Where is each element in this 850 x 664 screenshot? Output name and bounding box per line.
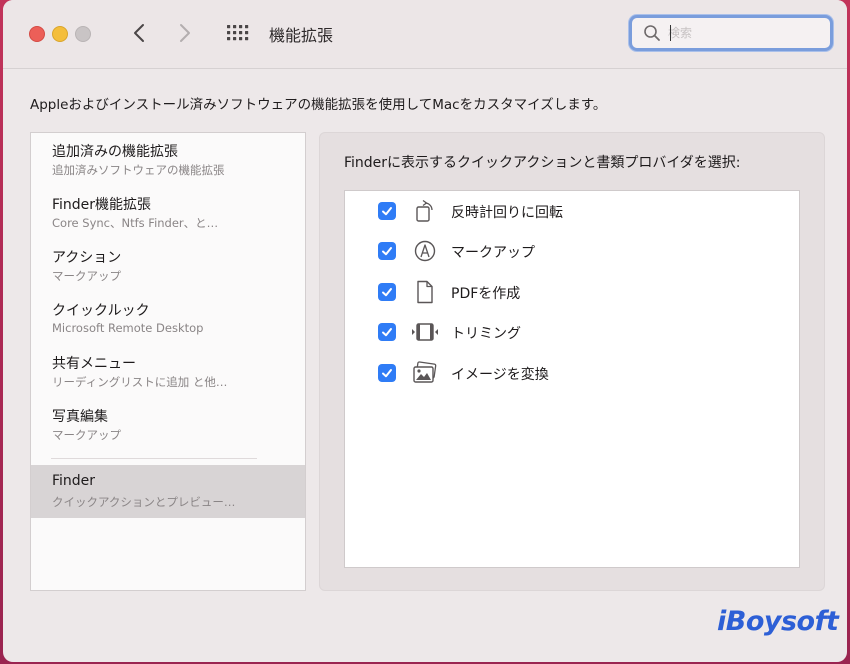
action-label: PDFを作成 [451, 286, 521, 302]
action-checkbox[interactable] [378, 364, 396, 382]
action-label: イメージを変換 [451, 367, 549, 383]
checkmark-icon [382, 247, 392, 256]
grid-icon [227, 25, 249, 41]
title-bar: 機能拡張 [3, 0, 847, 69]
trim-icon [412, 323, 438, 341]
sidebar-item-subtitle: Microsoft Remote Desktop [52, 321, 204, 335]
sidebar-item-subtitle: クイックアクションとプレビュー… [52, 495, 236, 509]
sidebar-item-title: 共有メニュー [52, 356, 136, 372]
action-label: マークアップ [451, 245, 535, 261]
checkmark-icon [382, 369, 392, 378]
rotate-left-icon [416, 199, 433, 222]
sidebar-item-title: アクション [52, 250, 122, 266]
page-description: Appleおよびインストール済みソフトウェアの機能拡張を使用してMacをカスタマ… [30, 97, 607, 113]
chevron-right-icon [180, 24, 190, 42]
quick-actions-list: 反時計回りに回転 マークアップ PDFを作成 トリミング イメージを変換 [344, 190, 800, 568]
forward-button[interactable] [173, 20, 197, 46]
action-row-convert-image: イメージを変換 [345, 353, 799, 393]
search-input[interactable] [668, 22, 818, 44]
sidebar-item-finder-extensions[interactable]: Finder機能拡張 Core Sync、Ntfs Finder、と… [31, 186, 305, 239]
panel-label: Finderに表示するクイックアクションと書類プロバイダを選択: [344, 155, 741, 171]
action-row-create-pdf: PDFを作成 [345, 272, 799, 312]
action-checkbox[interactable] [378, 283, 396, 301]
checkmark-icon [382, 207, 392, 216]
sidebar-item-title: Finder機能拡張 [52, 197, 152, 213]
sidebar-item-subtitle: リーディングリストに追加 と他… [52, 375, 228, 389]
sidebar-item-title: 写真編集 [52, 409, 108, 425]
chevron-left-icon [134, 24, 144, 42]
sidebar-item-subtitle: マークアップ [52, 269, 121, 283]
sidebar-item-subtitle: マークアップ [52, 428, 121, 442]
action-checkbox[interactable] [378, 323, 396, 341]
checkmark-icon [382, 288, 392, 297]
sidebar-item-title: クイックルック [52, 303, 150, 319]
photos-icon [413, 361, 437, 383]
action-row-trim: トリミング [345, 312, 799, 352]
iboysoft-watermark: iBoysoft [717, 606, 839, 637]
sidebar-item-title: Finder [52, 473, 96, 489]
sidebar-item-added-extensions[interactable]: 追加済みの機能拡張 追加済みソフトウェアの機能拡張 [31, 133, 305, 186]
finder-extensions-panel: Finderに表示するクイックアクションと書類プロバイダを選択: 反時計回りに回… [319, 132, 825, 591]
back-button[interactable] [127, 20, 151, 46]
sidebar-item-share-menu[interactable]: 共有メニュー リーディングリストに追加 と他… [31, 345, 305, 398]
sidebar-item-subtitle: 追加済みソフトウェアの機能拡張 [52, 163, 225, 177]
show-all-button[interactable] [225, 22, 251, 44]
zoom-window-button[interactable] [75, 26, 91, 42]
close-window-button[interactable] [29, 26, 45, 42]
sidebar-item-quick-look[interactable]: クイックルック Microsoft Remote Desktop [31, 292, 305, 345]
text-caret [670, 25, 671, 41]
action-row-rotate-left: 反時計回りに回転 [345, 191, 799, 231]
action-row-markup: マークアップ [345, 231, 799, 271]
document-icon [417, 280, 433, 304]
search-field[interactable] [629, 15, 833, 51]
sidebar-item-subtitle: Core Sync、Ntfs Finder、と… [52, 216, 219, 230]
minimize-window-button[interactable] [52, 26, 68, 42]
action-checkbox[interactable] [378, 202, 396, 220]
action-label: トリミング [451, 326, 521, 342]
extensions-sidebar: 追加済みの機能拡張 追加済みソフトウェアの機能拡張 Finder機能拡張 Cor… [30, 132, 306, 591]
checkmark-icon [382, 328, 392, 337]
markup-icon [414, 240, 436, 262]
action-checkbox[interactable] [378, 242, 396, 260]
window-title: 機能拡張 [269, 26, 334, 45]
sidebar-divider [51, 458, 257, 459]
search-icon [644, 25, 660, 41]
system-preferences-window: 機能拡張 Appleおよびインストール済みソフトウェアの機能拡張を使用してMac… [3, 0, 847, 662]
sidebar-item-finder[interactable]: Finder クイックアクションとプレビュー… [31, 465, 305, 518]
sidebar-item-photo-editing[interactable]: 写真編集 マークアップ [31, 398, 305, 451]
sidebar-item-actions[interactable]: アクション マークアップ [31, 239, 305, 292]
action-label: 反時計回りに回転 [451, 205, 563, 221]
sidebar-item-title: 追加済みの機能拡張 [52, 144, 178, 160]
